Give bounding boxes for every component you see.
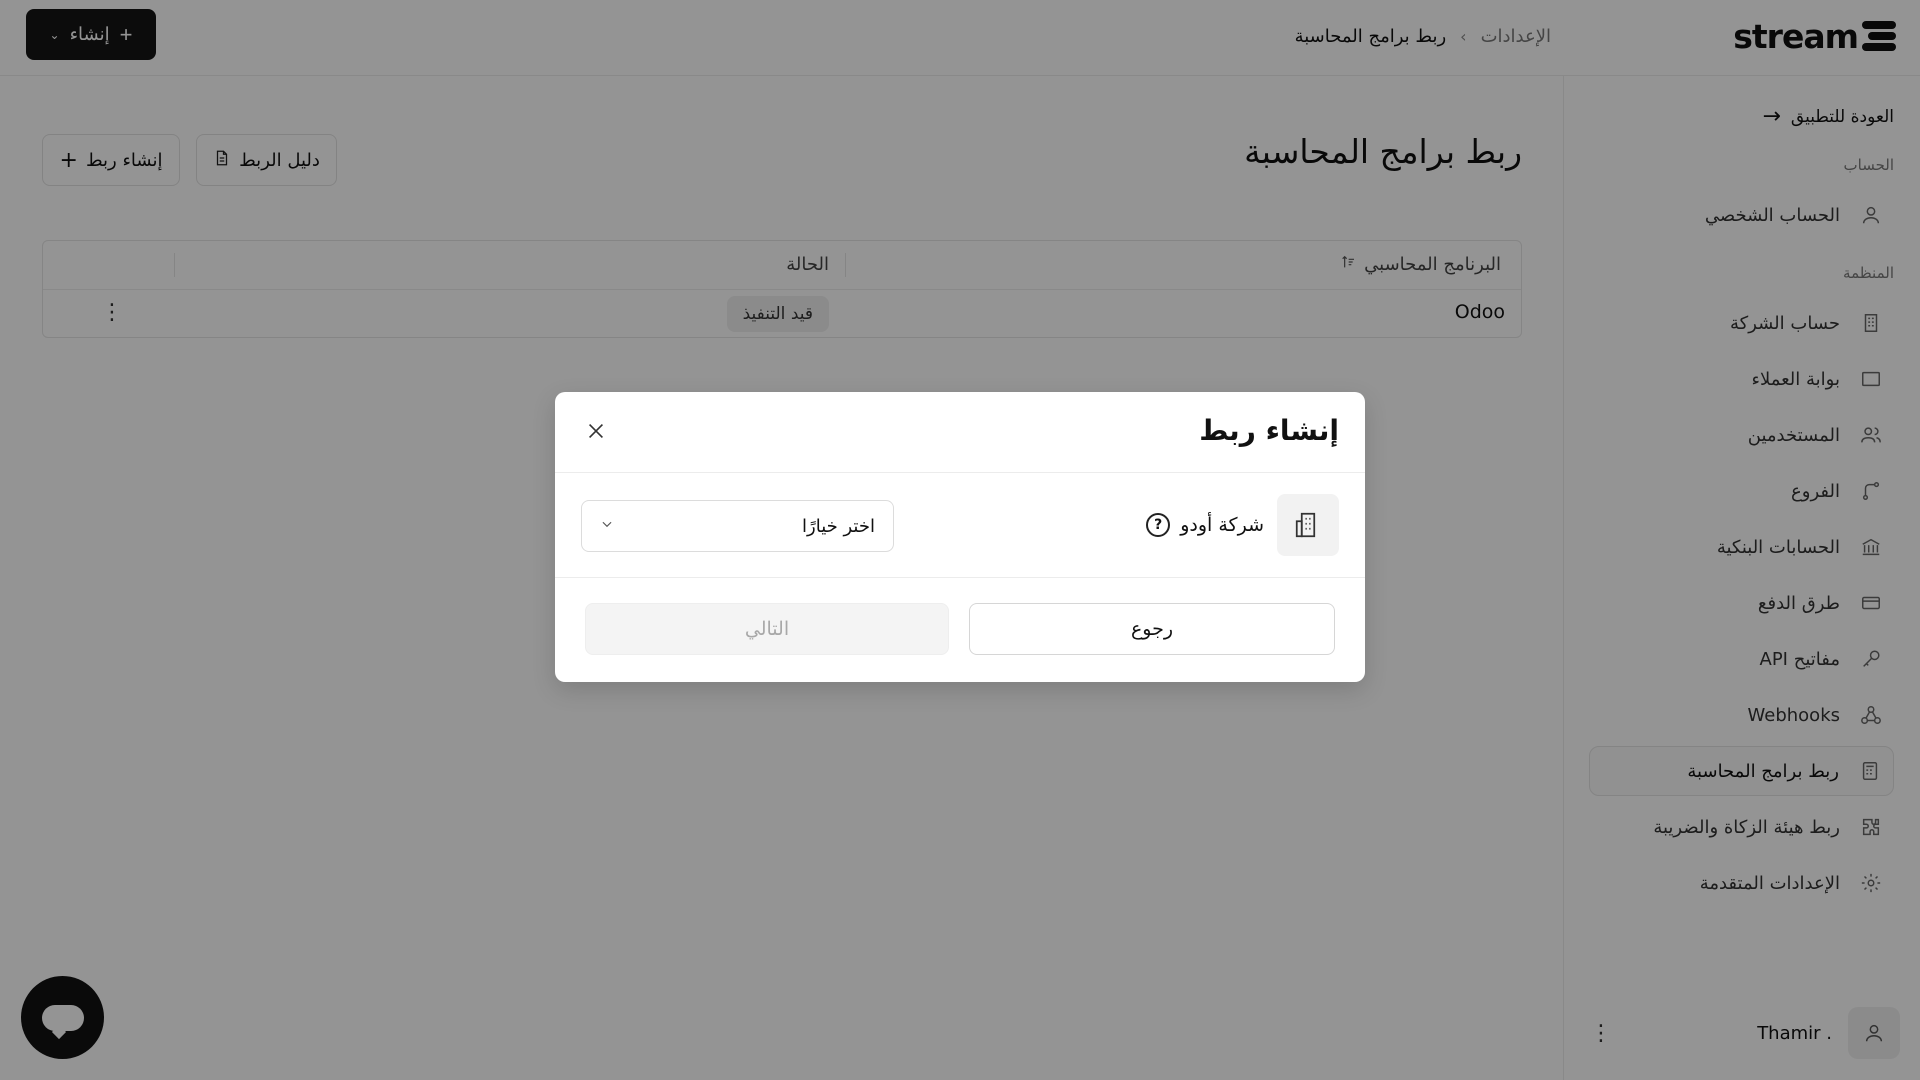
select-placeholder: اختر خيارًا [802, 515, 875, 537]
company-name-row: شركة أودو ? [1146, 513, 1264, 537]
create-link-dialog: إنشاء ربط شركة أودو ? اختر خيارًا رجوع ا… [555, 392, 1365, 682]
option-select[interactable]: اختر خيارًا [581, 500, 894, 552]
building-icon [1277, 494, 1339, 556]
chevron-down-icon [600, 517, 614, 535]
dialog-title: إنشاء ربط [1199, 414, 1339, 447]
dialog-header: إنشاء ربط [555, 392, 1365, 473]
help-icon[interactable]: ? [1146, 513, 1171, 537]
close-icon[interactable] [581, 416, 611, 446]
dialog-body: شركة أودو ? اختر خيارًا [555, 473, 1365, 578]
company-name: شركة أودو [1180, 514, 1264, 536]
dialog-footer: رجوع التالي [555, 578, 1365, 682]
next-button[interactable]: التالي [585, 603, 949, 655]
back-button[interactable]: رجوع [969, 603, 1335, 655]
